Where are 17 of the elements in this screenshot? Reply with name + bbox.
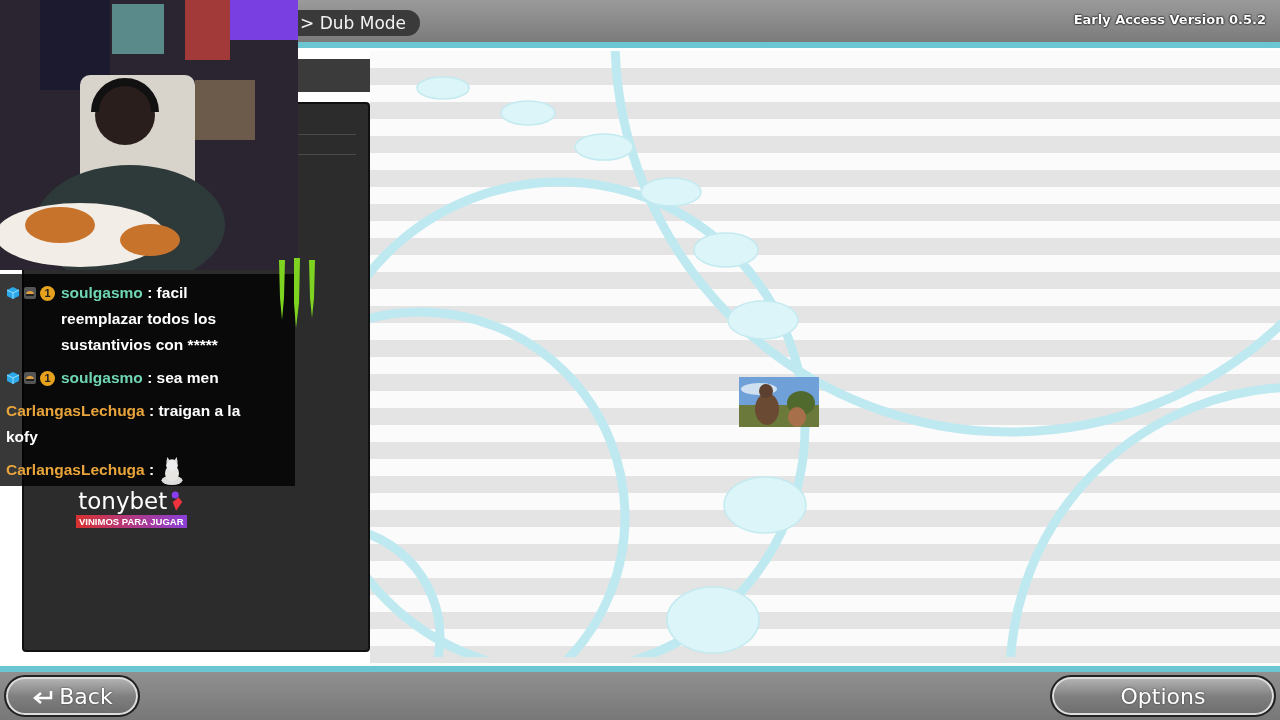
options-button[interactable]: Options xyxy=(1050,675,1276,717)
chat-message: CarlangasLechuga : traigan a la kofy xyxy=(6,401,242,447)
sponsor-logo-text: tonybet xyxy=(78,487,168,515)
sponsor-mark-icon xyxy=(170,491,185,511)
helmet-icon xyxy=(23,286,37,300)
count-badge: 1 xyxy=(40,285,55,301)
cube-icon xyxy=(6,371,20,385)
chat-message: CarlangasLechuga : xyxy=(6,460,155,480)
back-button[interactable]: Back xyxy=(4,675,140,717)
cube-icon xyxy=(6,286,20,300)
count-badge: 1 xyxy=(40,370,55,386)
breadcrumb-title: > Dub Mode xyxy=(298,10,421,36)
helmet-icon xyxy=(23,371,37,385)
sponsor-tagline: VINIMOS PARA JUGAR xyxy=(76,515,187,528)
version-label: Early Access Version 0.5.2 xyxy=(1073,11,1266,27)
chat-message: soulgasmo : sea men xyxy=(61,368,219,388)
chat-message: soulgasmo : facil reemplazar todos los sustantivios con ***** xyxy=(61,283,219,355)
